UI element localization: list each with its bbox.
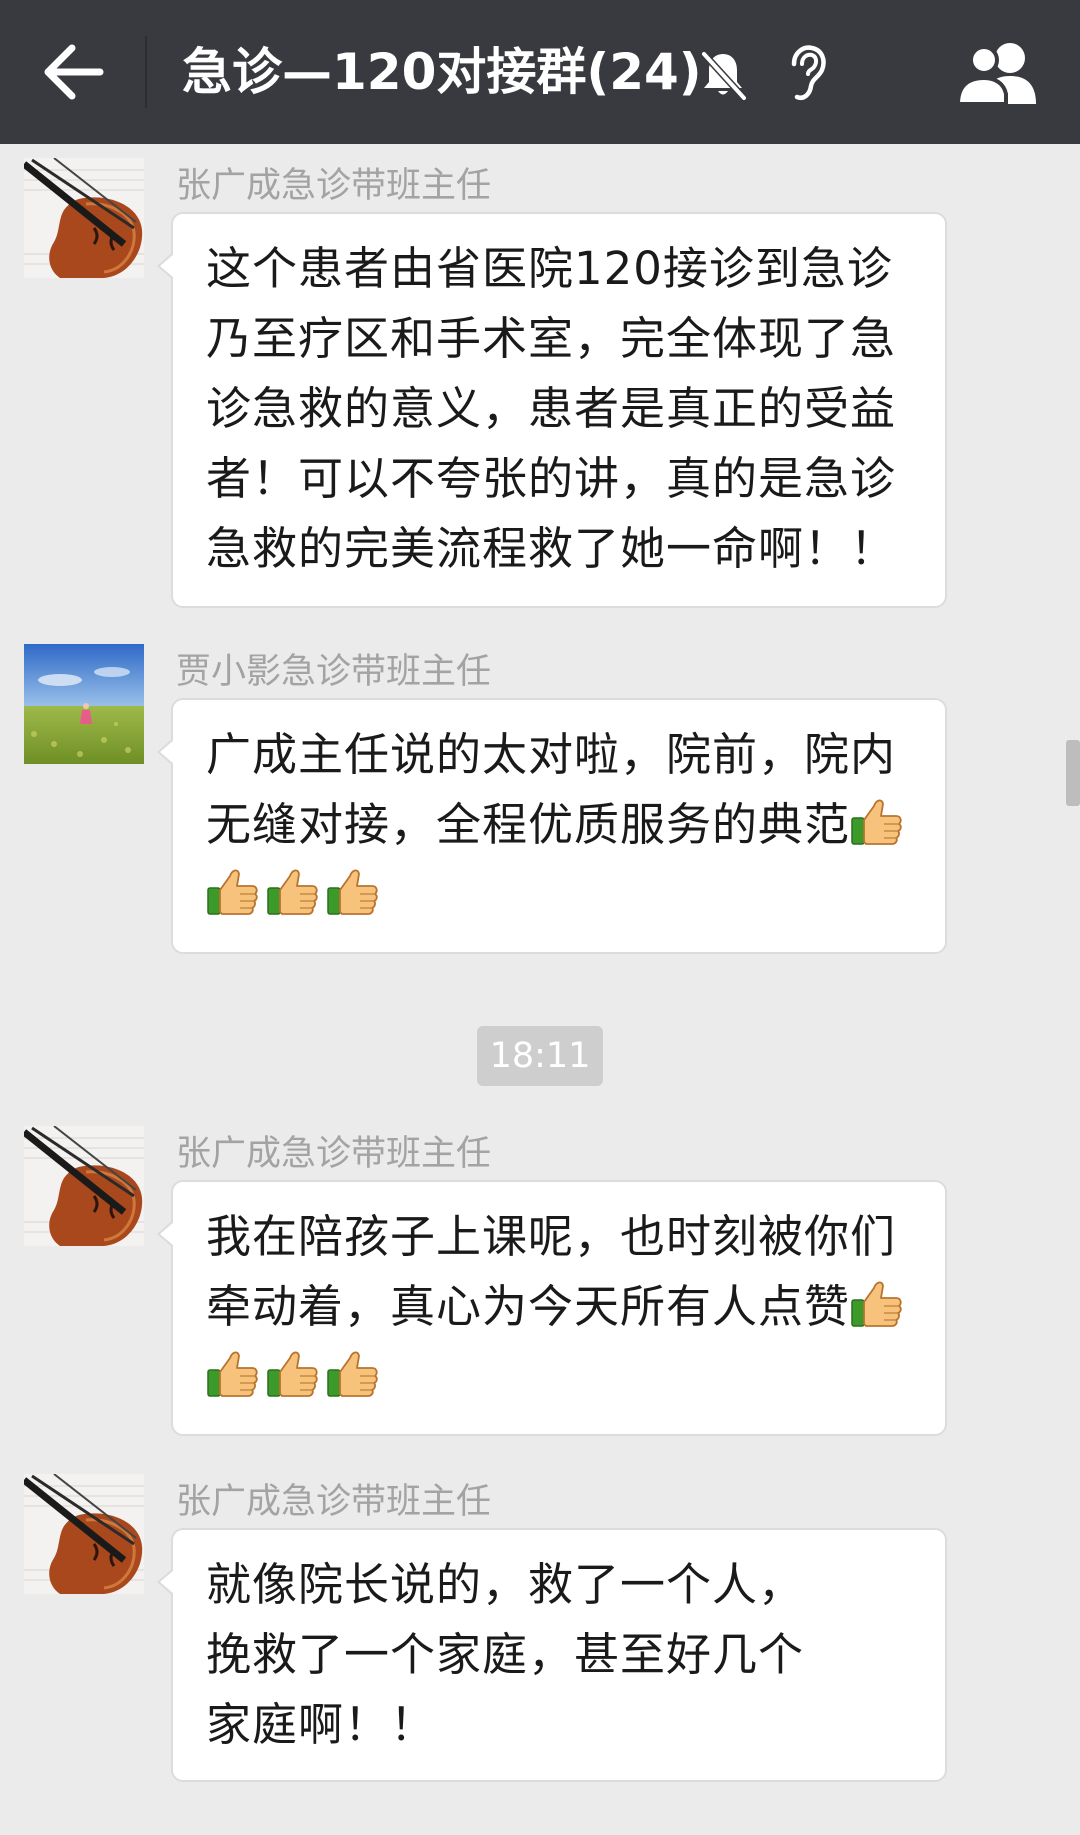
violin-avatar-icon <box>24 158 144 278</box>
thumbs-up-icon <box>326 864 380 918</box>
avatar[interactable] <box>24 1126 144 1246</box>
message-bubble[interactable]: 广成主任说的太对啦，院前，院内无缝对接，全程优质服务的典范 <box>157 698 947 954</box>
message-bubble[interactable]: 就像院长说的，救了一个人，挽救了一个家庭，甚至好几个家庭啊！！ <box>157 1528 947 1782</box>
message-bubble[interactable]: 这个患者由省医院120接诊到急诊乃至疗区和手术室，完全体现了急诊急救的意义，患者… <box>157 212 947 608</box>
thumbs-up-icon <box>206 1346 260 1400</box>
sender-name: 张广成急诊带班主任 <box>176 166 492 206</box>
thumbs-up-icon <box>266 864 320 918</box>
violin-avatar-icon <box>24 1474 144 1594</box>
thumbs-up-icon <box>850 794 904 848</box>
back-button[interactable] <box>26 30 118 114</box>
message-text: 广成主任说的太对啦，院前，院内无缝对接，全程优质服务的典范 <box>206 728 897 851</box>
chat-header: 急诊—120对接群(24) <box>0 0 1080 144</box>
sender-name: 张广成急诊带班主任 <box>176 1134 492 1174</box>
message-content: 广成主任说的太对啦，院前，院内无缝对接，全程优质服务的典范 <box>206 720 918 930</box>
earpiece-mode-icon[interactable] <box>782 42 832 104</box>
message-text: 这个患者由省医院120接诊到急诊乃至疗区和手术室，完全体现了急诊急救的意义，患者… <box>206 242 897 575</box>
thumbs-up-icon <box>326 1346 380 1400</box>
message-text: 就像院长说的，救了一个人，挽救了一个家庭，甚至好几个家庭啊！！ <box>206 1558 805 1751</box>
sender-name: 张广成急诊带班主任 <box>176 1482 492 1522</box>
thumbs-up-icon <box>850 1276 904 1330</box>
group-members-button[interactable] <box>950 38 1046 108</box>
group-members-icon <box>955 43 1036 106</box>
field-landscape-avatar-icon <box>24 644 144 764</box>
avatar[interactable] <box>24 644 144 764</box>
arrow-left-icon <box>44 44 104 100</box>
violin-avatar-icon <box>24 1126 144 1246</box>
message-text: 我在陪孩子上课呢，也时刻被你们牵动着，真心为今天所有人点赞 <box>206 1210 897 1333</box>
message-bubble[interactable]: 我在陪孩子上课呢，也时刻被你们牵动着，真心为今天所有人点赞 <box>157 1180 947 1436</box>
thumbs-up-icon <box>206 864 260 918</box>
chat-screen: 急诊—120对接群(24) 张广成急诊带班主任 这个患者由省医院120接诊到急诊… <box>0 0 1080 1835</box>
time-divider: 18:11 <box>477 1026 603 1086</box>
avatar[interactable] <box>24 1474 144 1594</box>
chat-title: 急诊—120对接群(24) <box>182 43 702 101</box>
header-divider <box>145 36 147 108</box>
message-content: 我在陪孩子上课呢，也时刻被你们牵动着，真心为今天所有人点赞 <box>206 1202 918 1412</box>
sender-name: 贾小影急诊带班主任 <box>176 652 492 692</box>
avatar[interactable] <box>24 158 144 278</box>
bell-muted-icon <box>698 48 748 102</box>
scrollbar-thumb[interactable] <box>1066 740 1080 806</box>
thumbs-up-icon <box>266 1346 320 1400</box>
